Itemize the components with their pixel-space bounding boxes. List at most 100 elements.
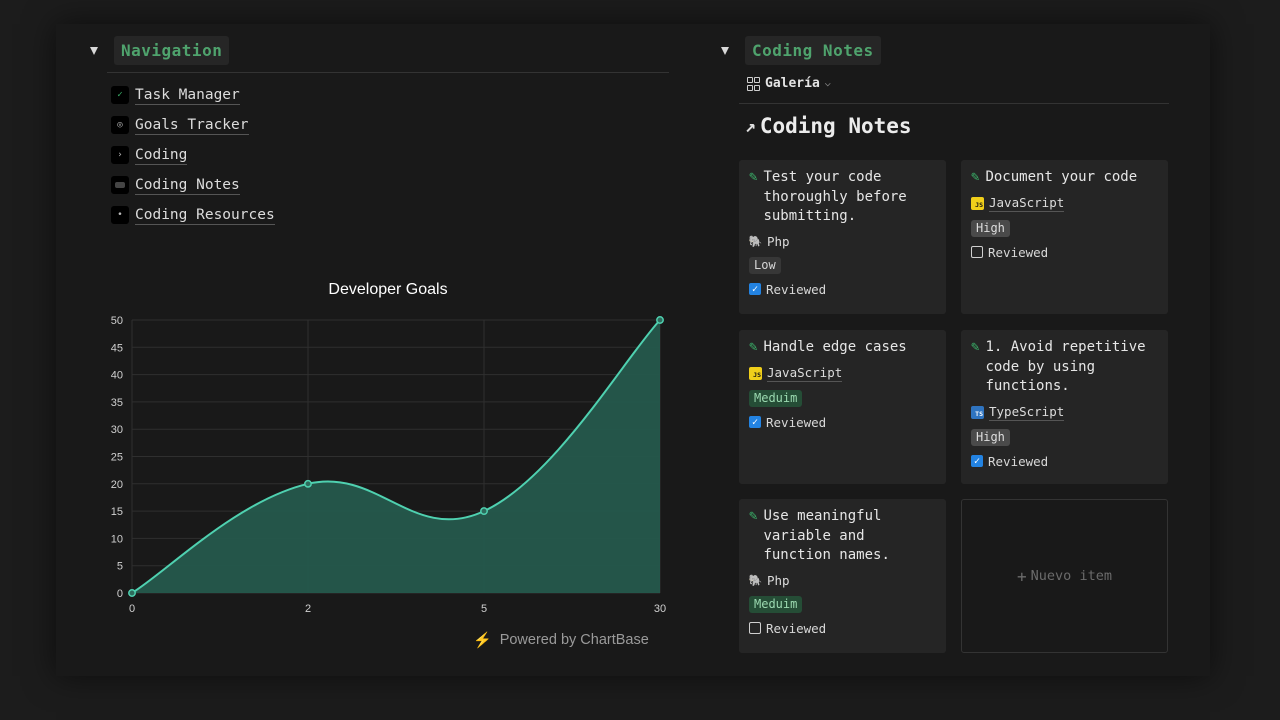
reviewed-label: Reviewed	[988, 244, 1049, 260]
note-card[interactable]: ✎ Test your code thoroughly before submit…	[739, 160, 946, 314]
chevron-down-icon[interactable]: ⌵	[825, 78, 831, 89]
chart-y-tick-label: 40	[111, 370, 123, 382]
checkbox-checked-icon[interactable]: ✓	[749, 283, 761, 295]
card-language: Php	[767, 233, 790, 249]
note-card[interactable]: ✎ Document your code JS JavaScript High Re…	[961, 160, 1168, 314]
note-card[interactable]: ✎ 1. Avoid repetitive code by using funct…	[961, 330, 1168, 484]
checkbox-unchecked-icon[interactable]	[749, 622, 761, 634]
chart-y-tick-label: 45	[111, 342, 123, 354]
chart-y-tick-label: 50	[111, 315, 123, 327]
chart-y-tick-label: 30	[111, 424, 123, 436]
priority-tag: High	[971, 219, 1010, 237]
card-language[interactable]: TypeScript	[989, 404, 1065, 421]
coding-notes-heading: Coding Notes	[745, 36, 881, 65]
chart-y-tick-label: 25	[111, 452, 123, 464]
pencil-icon: ✎	[971, 169, 980, 185]
chart-y-tick-label: 15	[111, 506, 123, 518]
chart-data-point	[656, 316, 664, 324]
nav-item-coding-resources[interactable]: • Coding Resources	[111, 204, 275, 226]
pencil-icon: ✎	[749, 339, 758, 355]
chart-y-tick-label: 5	[117, 561, 123, 573]
checkbox-unchecked-icon[interactable]	[971, 246, 983, 258]
resources-icon: •	[111, 206, 129, 224]
priority-tag: High	[971, 428, 1010, 446]
database-title-link[interactable]: ↗ Coding Notes	[745, 114, 912, 138]
nav-item-label[interactable]: Goals Tracker	[135, 116, 249, 135]
note-card[interactable]: ✎ Handle edge cases JS JavaScript Meduim ✓…	[739, 330, 946, 484]
chart-y-tick-label: 10	[111, 533, 123, 545]
chart-x-tick-label: 2	[305, 603, 311, 615]
javascript-logo-icon: JS	[971, 196, 984, 210]
priority-tag: Low	[749, 256, 781, 274]
navigation-heading: Navigation	[114, 36, 230, 65]
coding-notes-toggle[interactable]: Coding Notes	[721, 36, 881, 65]
new-item-button[interactable]: + Nuevo item	[961, 499, 1168, 653]
chart-y-tick-label: 20	[111, 479, 123, 491]
chart-y-tick-label: 0	[117, 588, 123, 600]
checklist-icon: ✓	[111, 86, 129, 104]
reviewed-label: Reviewed	[766, 620, 827, 636]
reviewed-checkbox[interactable]: ✓ Reviewed	[749, 282, 936, 297]
nav-item-coding-notes[interactable]: Coding Notes	[111, 174, 240, 196]
php-elephant-icon: 🐘	[748, 573, 763, 587]
php-elephant-icon: 🐘	[748, 234, 763, 248]
chart-x-tick-label: 5	[481, 603, 487, 615]
nav-item-label[interactable]: Coding Notes	[135, 176, 240, 195]
reviewed-checkbox[interactable]: Reviewed	[749, 621, 936, 636]
lightning-bolt-icon: ⚡	[473, 632, 492, 649]
card-title: 1. Avoid repetitive code by using functi…	[985, 339, 1146, 394]
terminal-icon: ›	[111, 146, 129, 164]
gallery-view-label: Galería	[765, 76, 820, 91]
nav-item-label[interactable]: Coding Resources	[135, 206, 275, 225]
reviewed-label: Reviewed	[988, 453, 1049, 469]
nav-item-label[interactable]: Task Manager	[135, 86, 240, 105]
reviewed-label: Reviewed	[766, 281, 827, 297]
link-arrow-icon: ↗	[745, 115, 756, 137]
card-title: Use meaningful variable and function nam…	[763, 508, 890, 563]
pencil-icon: ✎	[971, 339, 980, 355]
chart-title: Developer Goals	[328, 281, 448, 298]
toggle-triangle-icon[interactable]	[721, 46, 729, 55]
gallery-view-tab[interactable]: Galería ⌵	[747, 76, 831, 91]
chart-y-tick-label: 35	[111, 397, 123, 409]
chart-x-tick-label: 30	[654, 603, 666, 615]
developer-goals-chart: 051015202530354045500 2 5 30	[111, 315, 666, 615]
gallery-divider	[739, 103, 1169, 104]
checkbox-checked-icon[interactable]: ✓	[749, 416, 761, 428]
priority-tag: Meduim	[749, 595, 803, 613]
priority-tag: Meduim	[749, 389, 803, 407]
card-language[interactable]: JavaScript	[767, 365, 843, 382]
database-title: Coding Notes	[759, 114, 912, 138]
card-title: Test your code thoroughly before submitt…	[763, 169, 907, 224]
pencil-icon: ✎	[749, 169, 758, 185]
card-language[interactable]: JavaScript	[989, 195, 1065, 212]
nav-item-coding[interactable]: › Coding	[111, 144, 188, 166]
note-card[interactable]: ✎ Use meaningful variable and function na…	[739, 499, 946, 653]
powered-by-text: Powered by ChartBase	[499, 632, 649, 648]
nav-item-task-manager[interactable]: ✓ Task Manager	[111, 84, 240, 106]
notes-icon	[111, 176, 129, 194]
target-icon: ◎	[111, 116, 129, 134]
navigation-toggle[interactable]: Navigation	[90, 36, 230, 65]
card-title: Handle edge cases	[763, 339, 907, 355]
checkbox-checked-icon[interactable]: ✓	[971, 455, 983, 467]
reviewed-checkbox[interactable]: Reviewed	[971, 245, 1158, 260]
javascript-logo-icon: JS	[749, 366, 762, 380]
typescript-logo-icon: TS	[971, 405, 984, 419]
chart-data-point	[304, 479, 312, 488]
gallery-grid-icon	[747, 76, 760, 91]
nav-item-label[interactable]: Coding	[135, 146, 188, 165]
reviewed-checkbox[interactable]: ✓ Reviewed	[971, 454, 1158, 469]
pencil-icon: ✎	[749, 508, 758, 524]
reviewed-label: Reviewed	[766, 414, 827, 430]
powered-by-link[interactable]: ⚡ Powered by ChartBase	[473, 631, 649, 649]
reviewed-checkbox[interactable]: ✓ Reviewed	[749, 415, 936, 430]
toggle-triangle-icon[interactable]	[90, 46, 98, 55]
card-language: Php	[767, 572, 790, 588]
nav-item-goals-tracker[interactable]: ◎ Goals Tracker	[111, 114, 249, 136]
navigation-divider	[107, 72, 669, 73]
card-title: Document your code	[985, 169, 1138, 185]
new-item-label: Nuevo item	[1030, 568, 1112, 584]
plus-icon: +	[1017, 566, 1027, 586]
chart-data-point	[128, 589, 136, 597]
